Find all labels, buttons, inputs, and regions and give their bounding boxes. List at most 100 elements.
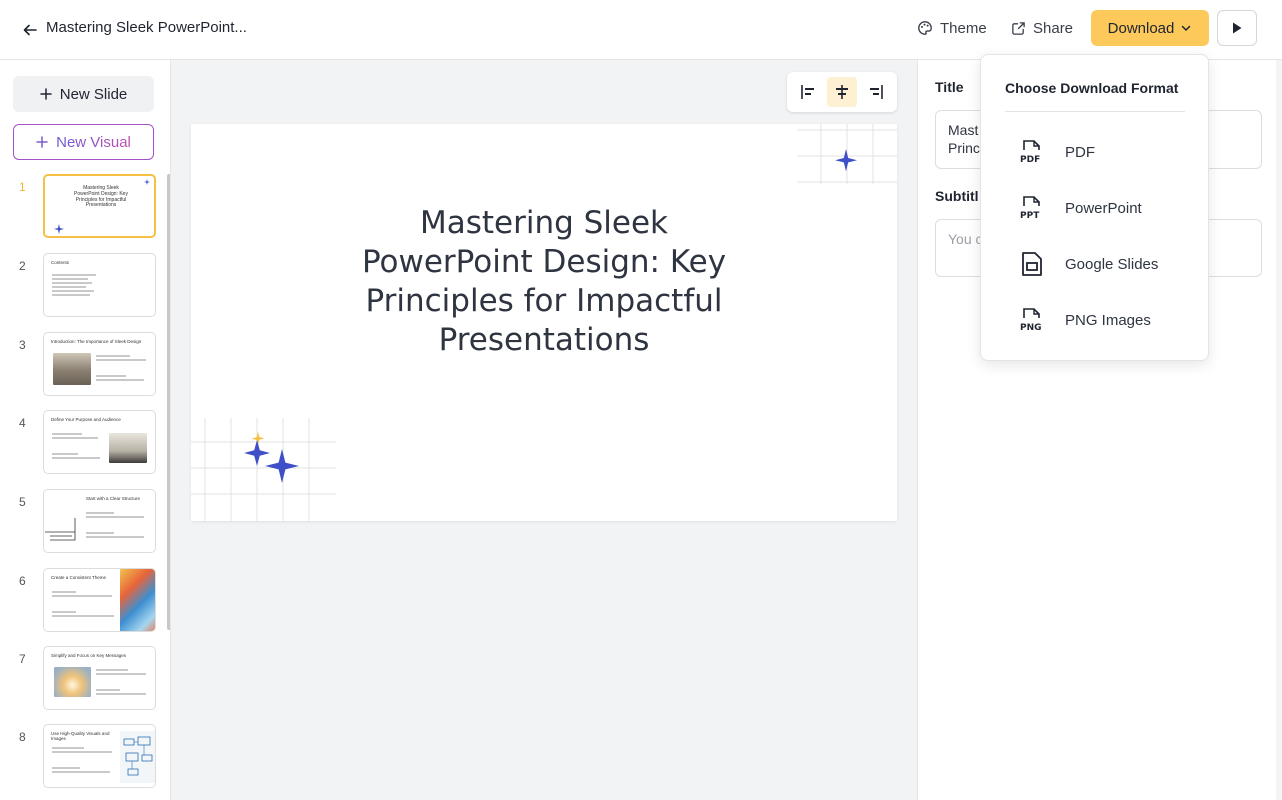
- download-option-pdf[interactable]: PDF PDF: [993, 130, 1198, 174]
- title-field-label: Title: [935, 79, 964, 95]
- palette-icon: [918, 21, 932, 35]
- thumbnail-text-line: [52, 751, 112, 753]
- thumbnail-text-line: [52, 595, 112, 597]
- thumbnail-text-line: [96, 375, 126, 377]
- align-left-button[interactable]: [794, 77, 824, 107]
- thumbnail-text-line: [52, 433, 82, 435]
- thumbnail-title: Introduction: The Importance of Sleek De…: [51, 339, 142, 344]
- thumbnail-title: Contents: [51, 260, 70, 265]
- thumbnail-text-line: [96, 689, 120, 691]
- slide-thumbnail[interactable]: Create a Consistent Theme: [43, 568, 156, 632]
- download-option-png[interactable]: PNG PNG Images: [993, 298, 1198, 342]
- thumbnail-text-line: [96, 379, 144, 381]
- google-slides-icon: [1017, 251, 1047, 277]
- slide-thumbnail-row[interactable]: 2 Contents: [0, 253, 165, 317]
- subtitle-field-label: Subtitl: [935, 188, 979, 204]
- alignment-toolbar: [787, 72, 897, 112]
- thumbnail-text-line: [52, 611, 76, 613]
- download-option-label: PNG Images: [1065, 311, 1151, 329]
- thumbnail-text-line: [52, 290, 94, 292]
- new-visual-button[interactable]: New Visual: [13, 124, 154, 160]
- thumbnail-title: Start with a Clear Structure: [86, 496, 141, 501]
- new-visual-label: New Visual: [56, 133, 131, 151]
- slide-thumbnail[interactable]: Mastering Sleek PowerPoint Design: Key P…: [43, 174, 156, 238]
- thumbnail-text-line: [52, 274, 96, 276]
- align-center-icon: [835, 85, 848, 99]
- thumbnail-text-line: [52, 591, 76, 593]
- thumbnail-text-line: [86, 516, 144, 518]
- slide-thumbnail-row[interactable]: 5 Start with a Clear Structure: [0, 489, 165, 553]
- slide-thumbnail-row[interactable]: 4 Define Your Purpose and Audience: [0, 410, 165, 474]
- slide-thumbnail-row[interactable]: 7 Simplify and Focus on Key Messages: [0, 646, 165, 710]
- new-slide-button[interactable]: New Slide: [13, 76, 154, 112]
- thumbnail-text-line: [52, 282, 92, 284]
- thumbnail-title: Create a Consistent Theme: [51, 575, 106, 580]
- thumbnail-text-line: [52, 771, 110, 773]
- pdf-file-icon: PDF: [1017, 139, 1047, 165]
- slide-number: 5: [19, 495, 26, 509]
- thumbnail-title: Simplify and Focus on Key Messages: [51, 653, 127, 658]
- slide-thumbnail[interactable]: Introduction: The Importance of Sleek De…: [43, 332, 156, 396]
- thumbnail-text-line: [52, 294, 90, 296]
- new-slide-label: New Slide: [59, 85, 128, 103]
- thumbnail-image: [109, 433, 147, 463]
- slide-thumbnail[interactable]: Define Your Purpose and Audience: [43, 410, 156, 474]
- thumbnail-image: [54, 667, 91, 697]
- thumbnail-title: Use High-Quality Visuals and Images: [51, 731, 110, 742]
- download-label: Download: [1107, 19, 1175, 37]
- align-left-icon: [801, 85, 815, 99]
- theme-label: Theme: [940, 19, 987, 37]
- download-option-label: PowerPoint: [1065, 199, 1142, 217]
- slide-number: 7: [19, 652, 26, 666]
- slide-preview[interactable]: Mastering Sleek PowerPoint Design: Key P…: [191, 124, 897, 521]
- present-button[interactable]: [1217, 10, 1257, 46]
- thumbnail-image: [53, 353, 91, 385]
- slide-thumbnail-row[interactable]: 1 Mastering Sleek PowerPoint Design: Key…: [0, 174, 165, 238]
- chevron-down-icon: [1182, 25, 1191, 32]
- grid-decoration: [797, 124, 897, 184]
- svg-text:PPT: PPT: [1020, 211, 1040, 221]
- download-option-label: Google Slides: [1065, 255, 1159, 273]
- slide-thumbnail[interactable]: Start with a Clear Structure: [43, 489, 156, 553]
- top-bar: Mastering Sleek PowerPoint... Theme Shar…: [0, 0, 1282, 60]
- slide-canvas: Mastering Sleek PowerPoint Design: Key P…: [171, 60, 917, 800]
- thumbnail-text-line: [96, 673, 146, 675]
- document-title[interactable]: Mastering Sleek PowerPoint...: [46, 19, 247, 36]
- panel-scrollbar[interactable]: [1276, 60, 1282, 800]
- thumbnail-text-line: [52, 767, 80, 769]
- slide-thumbnail[interactable]: Simplify and Focus on Key Messages: [43, 646, 156, 710]
- arrow-left-icon: [23, 24, 37, 36]
- thumbnail-text-line: [52, 457, 100, 459]
- thumbnail-title: Define Your Purpose and Audience: [51, 417, 121, 422]
- thumbnail-text-line: [96, 359, 146, 361]
- slide-number: 6: [19, 574, 26, 588]
- download-option-powerpoint[interactable]: PPT PowerPoint: [993, 186, 1198, 230]
- thumbnail-illustration: [120, 731, 155, 783]
- back-button[interactable]: [16, 16, 44, 44]
- download-format-menu: Choose Download Format PDF PDF PPT Power…: [980, 54, 1209, 361]
- align-center-button[interactable]: [826, 77, 857, 107]
- theme-button[interactable]: Theme: [917, 17, 987, 39]
- download-option-google-slides[interactable]: Google Slides: [993, 242, 1198, 286]
- thumbnail-text-line: [52, 286, 86, 288]
- svg-text:PNG: PNG: [1020, 323, 1042, 333]
- slide-thumbnail[interactable]: Contents: [43, 253, 156, 317]
- share-icon: [1012, 21, 1025, 35]
- thumbnail-text-line: [96, 693, 146, 695]
- slide-thumbnail[interactable]: Use High-Quality Visuals and Images: [43, 724, 156, 788]
- thumbnail-illustration: [45, 518, 76, 541]
- slide-title[interactable]: Mastering Sleek PowerPoint Design: Key P…: [341, 204, 747, 360]
- thumbnail-image: [120, 569, 155, 631]
- slide-thumbnail-row[interactable]: 6 Create a Consistent Theme: [0, 568, 165, 632]
- slide-number: 8: [19, 730, 26, 744]
- thumbnail-text-line: [96, 669, 128, 671]
- align-right-icon: [869, 85, 883, 99]
- align-right-button[interactable]: [860, 77, 890, 107]
- slide-thumbnail-row[interactable]: 8 Use High-Quality Visuals and Images: [0, 724, 165, 788]
- thumbnail-text-line: [52, 278, 88, 280]
- share-button[interactable]: Share: [1011, 17, 1073, 39]
- divider: [1005, 111, 1185, 112]
- download-button[interactable]: Download: [1091, 10, 1209, 46]
- ppt-file-icon: PPT: [1017, 195, 1047, 221]
- slide-thumbnail-row[interactable]: 3 Introduction: The Importance of Sleek …: [0, 332, 165, 396]
